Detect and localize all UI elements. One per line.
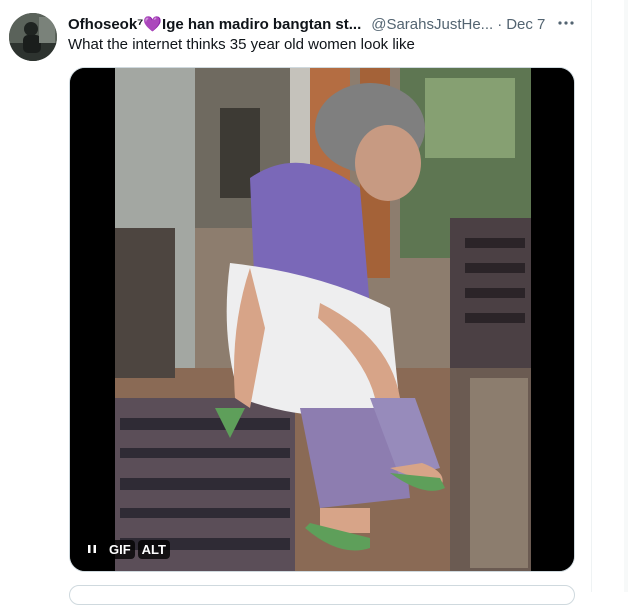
pause-icon xyxy=(88,545,96,553)
gif-badge: GIF xyxy=(105,539,135,559)
separator-dot: · xyxy=(497,15,503,33)
gif-media[interactable] xyxy=(69,67,575,572)
avatar[interactable] xyxy=(9,13,57,61)
more-horizontal-icon xyxy=(558,21,574,25)
more-options-button[interactable] xyxy=(555,12,577,34)
avatar-image xyxy=(9,13,57,61)
right-sidebar-edge xyxy=(592,0,628,592)
tweet-date[interactable]: Dec 7 xyxy=(506,16,545,33)
pause-button[interactable] xyxy=(82,539,102,559)
tweet-text: What the internet thinks 35 year old wom… xyxy=(68,36,415,53)
media-controls: GIF ALT xyxy=(82,539,170,559)
gif-frame xyxy=(70,68,574,571)
user-handle[interactable]: @SarahsJustHe... xyxy=(371,16,493,33)
right-sidebar-border xyxy=(624,0,628,592)
quoted-card-edge[interactable] xyxy=(69,585,575,605)
tweet-header: Ofhoseok⁷💜Ige han madiro bangtan st... @… xyxy=(68,14,583,34)
display-name[interactable]: Ofhoseok⁷💜Ige han madiro bangtan st... xyxy=(68,15,361,33)
alt-badge[interactable]: ALT xyxy=(137,539,170,559)
